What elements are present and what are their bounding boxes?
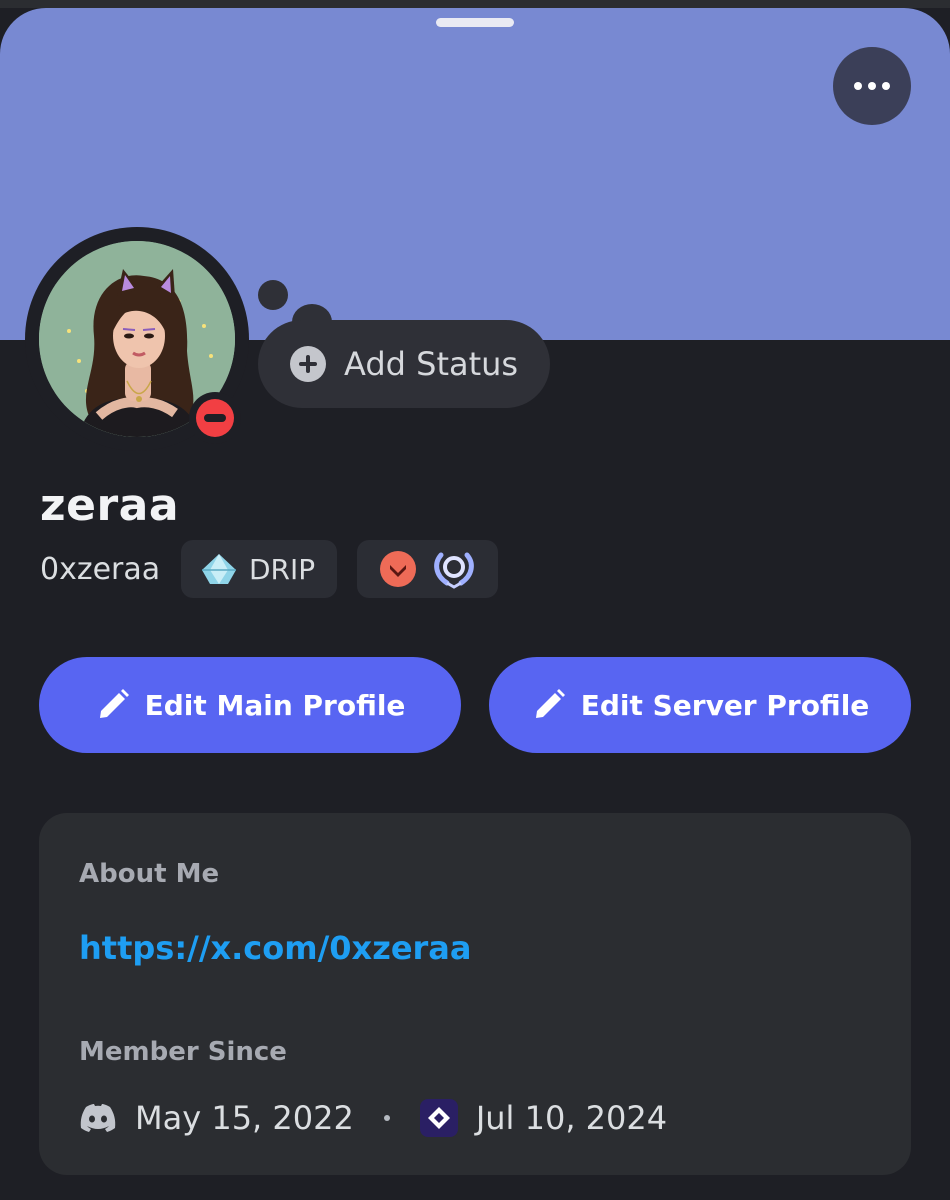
orange-chevron-badge-icon bbox=[380, 551, 416, 587]
more-options-button[interactable] bbox=[833, 47, 911, 125]
about-card: About Me https://x.com/0xzeraa Member Si… bbox=[39, 813, 911, 1175]
server-member-since-date: Jul 10, 2024 bbox=[475, 1099, 668, 1137]
edit-main-profile-label: Edit Main Profile bbox=[144, 688, 406, 722]
status-bar-strip bbox=[0, 0, 950, 8]
edit-server-profile-button[interactable]: Edit Server Profile bbox=[489, 657, 911, 753]
add-status-label: Add Status bbox=[344, 345, 519, 383]
server-tag-pill[interactable]: DRIP bbox=[181, 540, 337, 598]
about-me-heading: About Me bbox=[79, 859, 220, 889]
thought-bubble-dot bbox=[258, 280, 288, 310]
edit-main-profile-button[interactable]: Edit Main Profile bbox=[39, 657, 461, 753]
pencil-icon bbox=[535, 689, 565, 718]
server-tag-label: DRIP bbox=[249, 552, 316, 586]
laurel-wreath-badge-icon bbox=[434, 552, 474, 589]
profile-sheet: Add Status zeraa 0xzeraa DRIP Edit Main … bbox=[0, 8, 950, 1200]
discord-logo-icon bbox=[80, 1104, 116, 1132]
username: 0xzeraa bbox=[40, 552, 161, 587]
plus-circle-icon bbox=[290, 346, 326, 382]
badges-pill[interactable] bbox=[357, 540, 498, 598]
more-horizontal-icon bbox=[854, 82, 862, 90]
member-since-row: May 15, 2022 Jul 10, 2024 bbox=[79, 1093, 667, 1143]
add-status-button[interactable]: Add Status bbox=[258, 320, 550, 408]
display-name: zeraa bbox=[40, 480, 180, 531]
pencil-icon bbox=[99, 689, 129, 718]
sheet-drag-handle[interactable] bbox=[436, 18, 514, 27]
status-indicator bbox=[189, 392, 241, 444]
do-not-disturb-icon bbox=[196, 399, 234, 437]
discord-member-since-date: May 15, 2022 bbox=[135, 1099, 354, 1137]
separator-dot bbox=[383, 1115, 390, 1121]
about-me-link[interactable]: https://x.com/0xzeraa bbox=[79, 929, 471, 967]
member-since-heading: Member Since bbox=[79, 1037, 287, 1067]
diamond-icon bbox=[202, 554, 236, 584]
server-icon bbox=[419, 1099, 458, 1137]
server-logo-icon bbox=[427, 1107, 450, 1129]
edit-server-profile-label: Edit Server Profile bbox=[580, 688, 870, 722]
